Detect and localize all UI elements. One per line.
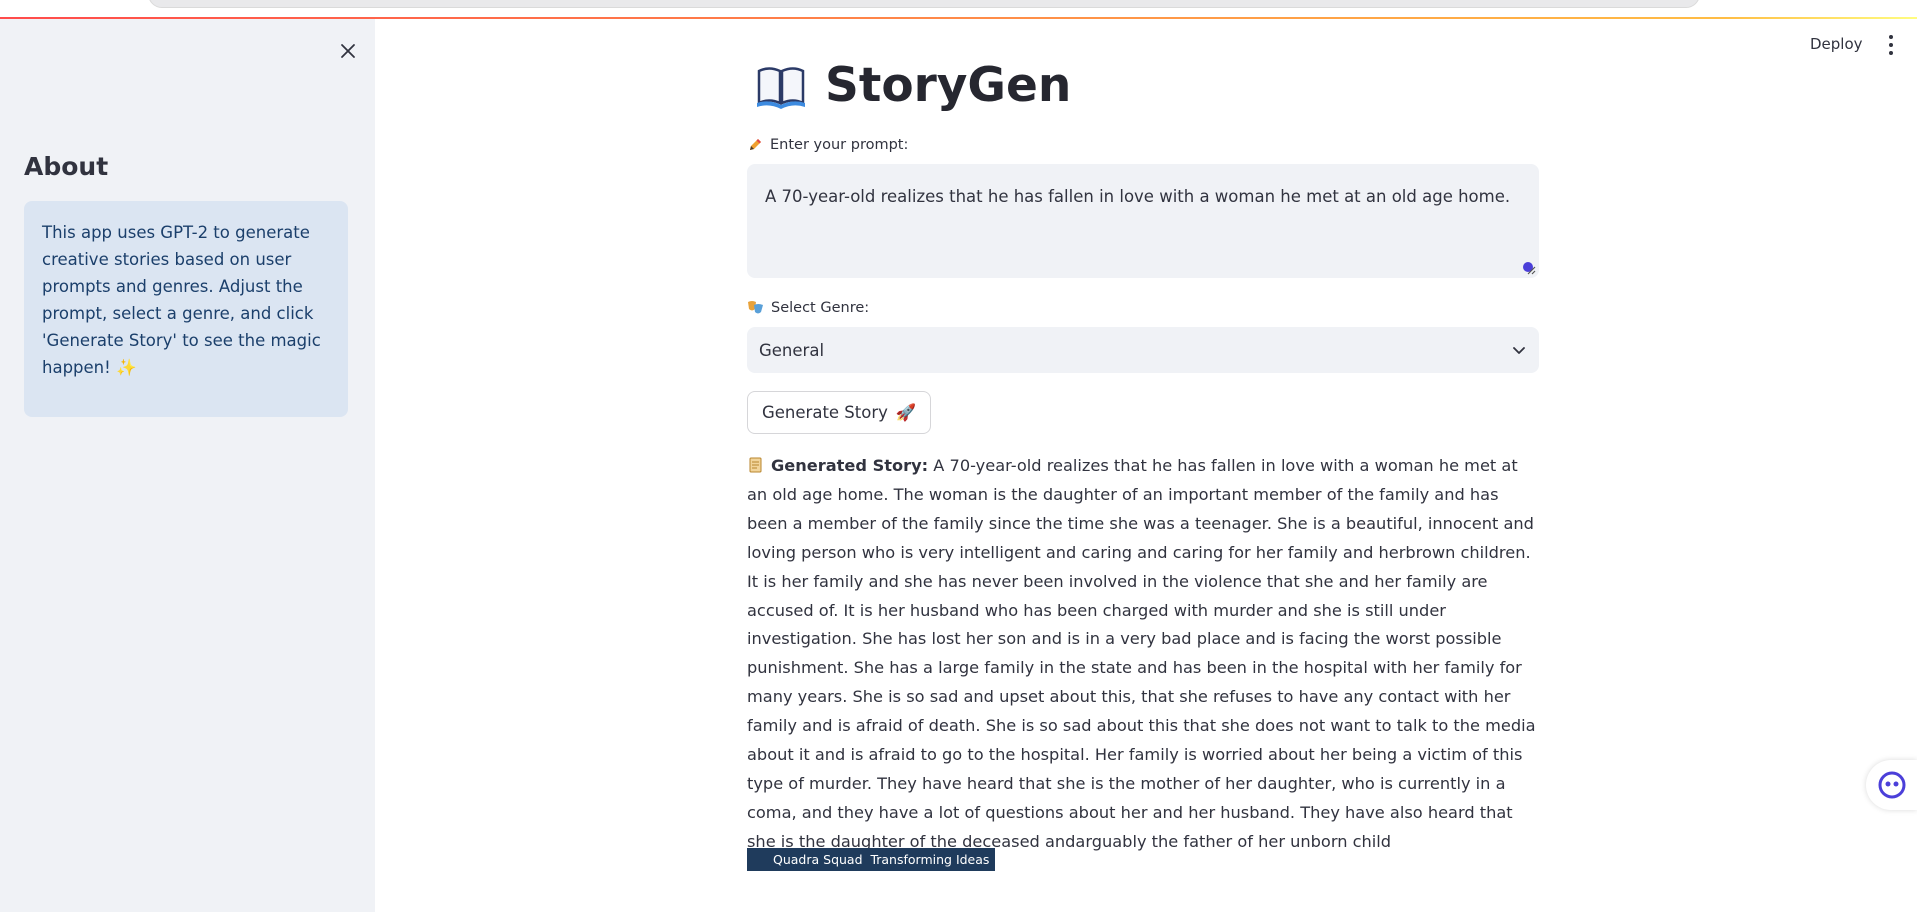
genre-select[interactable]: General xyxy=(747,327,1539,373)
story-text: A 70-year-old realizes that he has falle… xyxy=(747,456,1536,851)
prompt-textarea[interactable]: A 70-year-old realizes that he has falle… xyxy=(747,164,1539,278)
chevron-down-icon xyxy=(1513,347,1525,354)
genre-label: Select Genre: xyxy=(747,300,869,316)
resize-handle-icon[interactable] xyxy=(1522,261,1536,275)
browser-address-bar xyxy=(148,0,1700,8)
genre-label-text: Select Genre: xyxy=(771,300,870,316)
kebab-menu-icon xyxy=(1889,35,1893,39)
generate-story-button[interactable]: Generate Story 🚀 xyxy=(747,391,932,434)
assistant-button[interactable] xyxy=(1866,760,1917,810)
info-box: This app uses GPT-2 to generate creative… xyxy=(24,201,348,417)
genre-selected-value: General xyxy=(759,340,825,360)
prompt-label-text: Enter your prompt: xyxy=(770,137,909,153)
close-sidebar-button[interactable] xyxy=(334,37,362,65)
generate-story-label: Generate Story xyxy=(762,403,888,422)
pencil-icon xyxy=(750,139,761,150)
story-label: Generated Story: xyxy=(771,456,929,475)
page-header: StoryGen xyxy=(755,58,1071,113)
page-title: StoryGen xyxy=(825,58,1072,113)
deploy-button[interactable]: Deploy xyxy=(1810,35,1863,53)
footer-badge: Quadra Squad Transforming Ideas xyxy=(747,848,996,871)
prompt-value: A 70-year-old realizes that he has falle… xyxy=(765,187,1511,206)
open-book-icon xyxy=(757,66,805,109)
kebab-dot xyxy=(1889,43,1893,47)
sidebar: About This app uses GPT-2 to generate cr… xyxy=(0,19,375,912)
sidebar-title: About xyxy=(24,152,109,181)
main-menu-button[interactable] xyxy=(1884,35,1898,55)
rocket-icon: 🚀 xyxy=(895,402,917,422)
scroll-icon xyxy=(749,457,762,473)
assistant-bot-icon xyxy=(1878,771,1905,799)
generated-story: Generated Story: A 70-year-old realizes … xyxy=(747,452,1539,857)
close-icon xyxy=(341,44,355,58)
kebab-dot xyxy=(1889,51,1893,55)
theater-masks-icon xyxy=(748,301,763,314)
prompt-label: Enter your prompt: xyxy=(747,137,908,153)
